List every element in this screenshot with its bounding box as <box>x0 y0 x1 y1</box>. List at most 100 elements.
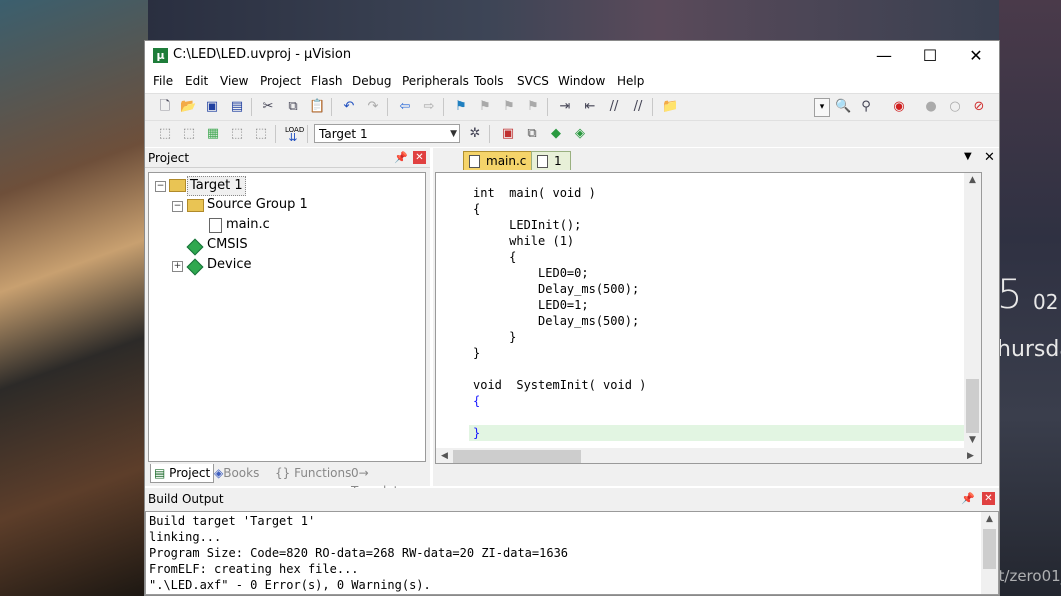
output-scroll-thumb[interactable] <box>983 529 996 569</box>
incremental-find-icon[interactable]: ⚲ <box>858 99 874 115</box>
close-button[interactable]: ✕ <box>953 41 999 71</box>
collapse-icon[interactable]: − <box>172 201 183 212</box>
code-editor[interactable]: int main( void ) { LEDInit(); while (1) … <box>435 172 982 464</box>
tab-books[interactable]: ◈Books <box>214 464 259 482</box>
clear-bookmarks-icon[interactable]: ⚑ <box>525 99 541 115</box>
code-line: Delay_ms(500); <box>473 314 640 328</box>
bookmark-icon[interactable]: ⚑ <box>453 99 469 115</box>
close-panel-icon[interactable]: ✕ <box>413 151 426 164</box>
menu-help[interactable]: Help <box>617 74 644 88</box>
editor-vertical-scrollbar[interactable]: ▲ ▼ <box>964 173 981 448</box>
device-component-icon <box>186 258 204 276</box>
tree-item-source-group[interactable]: Source Group 1 <box>207 196 308 214</box>
cut-icon[interactable]: ✂ <box>260 99 276 115</box>
uvision-window: µ C:\LED\LED.uvproj - µVision — ☐ ✕ File… <box>144 40 1000 596</box>
close-editor-icon[interactable]: ✕ <box>984 150 995 165</box>
menu-tools[interactable]: Tools <box>474 74 504 88</box>
tab-list-dropdown-icon[interactable]: ▼ <box>964 151 972 162</box>
tab-templates[interactable]: 0→ Templates <box>351 464 426 498</box>
tree-item-device[interactable]: Device <box>207 256 251 274</box>
window-title: C:\LED\LED.uvproj - µVision <box>173 47 352 62</box>
editor-tabs: main.c 1 ▼ ✕ <box>433 148 999 170</box>
target-options-icon[interactable]: ✲ <box>467 126 483 142</box>
tab-functions[interactable]: {} Functions <box>275 464 351 482</box>
scroll-up-icon[interactable]: ▲ <box>964 175 981 185</box>
disable-breakpoint-icon[interactable]: ○ <box>947 99 963 115</box>
save-all-icon[interactable]: ▤ <box>229 99 245 115</box>
menu-window[interactable]: Window <box>558 74 605 88</box>
find-icon[interactable]: 🔍 <box>835 99 851 115</box>
pack-installer-icon[interactable]: ◈ <box>572 126 588 142</box>
scroll-left-icon[interactable]: ◀ <box>436 451 453 461</box>
tab-project[interactable]: ▤ Project <box>150 464 215 483</box>
code-line: LED0=1; <box>473 298 589 312</box>
close-panel-icon[interactable]: ✕ <box>982 492 995 505</box>
scroll-up-icon[interactable]: ▲ <box>981 514 998 524</box>
menu-svcs[interactable]: SVCS <box>517 74 549 88</box>
expand-icon[interactable]: + <box>172 261 183 272</box>
uncomment-icon[interactable]: // <box>630 99 646 115</box>
maximize-button[interactable]: ☐ <box>907 41 953 71</box>
output-vertical-scrollbar[interactable]: ▲ <box>981 512 998 594</box>
navigate-forward-icon[interactable]: ⇨ <box>421 99 437 115</box>
collapse-icon[interactable]: − <box>155 181 166 192</box>
rebuild-icon[interactable]: ▦ <box>205 126 221 142</box>
comment-icon[interactable]: // <box>606 99 622 115</box>
indent-icon[interactable]: ⇥ <box>557 99 573 115</box>
next-bookmark-icon[interactable]: ⚑ <box>501 99 517 115</box>
minimize-button[interactable]: — <box>861 41 907 71</box>
code-line: void SystemInit( void ) <box>473 378 647 392</box>
tree-item-cmsis[interactable]: CMSIS <box>207 236 248 254</box>
translate-icon[interactable]: ⬚ <box>157 126 173 142</box>
target-select[interactable]: Target 1 ▼ <box>314 124 460 143</box>
build-output-text[interactable]: Build target 'Target 1' linking... Progr… <box>145 511 999 595</box>
redo-icon[interactable]: ↷ <box>365 99 381 115</box>
breakpoint-icon[interactable]: ● <box>923 99 939 115</box>
prev-bookmark-icon[interactable]: ⚑ <box>477 99 493 115</box>
copy-icon[interactable]: ⧉ <box>285 99 301 115</box>
desktop-wallpaper-top <box>148 0 999 40</box>
code-line-current: } <box>469 425 981 441</box>
horizontal-scroll-thumb[interactable] <box>453 450 581 463</box>
manage-rte-icon[interactable]: ◆ <box>548 126 564 142</box>
menu-flash[interactable]: Flash <box>311 74 342 88</box>
build-icon[interactable]: ⬚ <box>181 126 197 142</box>
download-load-icon[interactable]: LOAD ⇊ <box>285 126 304 143</box>
navigate-back-icon[interactable]: ⇦ <box>397 99 413 115</box>
stop-build-icon[interactable]: ⬚ <box>253 126 269 142</box>
find-dropdown[interactable]: ▾ <box>814 98 830 117</box>
menu-view[interactable]: View <box>220 74 248 88</box>
undo-icon[interactable]: ↶ <box>341 99 357 115</box>
tree-item-main-c[interactable]: main.c <box>226 216 270 234</box>
batch-build-icon[interactable]: ⬚ <box>229 126 245 142</box>
manage-project-items-icon[interactable]: ▣ <box>500 126 516 142</box>
find-in-files-icon[interactable]: 📁 <box>662 99 678 115</box>
file-icon <box>537 155 548 168</box>
pin-icon[interactable]: 📌 <box>961 488 975 510</box>
unindent-icon[interactable]: ⇤ <box>582 99 598 115</box>
paste-icon[interactable]: 📋 <box>309 99 325 115</box>
scroll-down-icon[interactable]: ▼ <box>964 435 981 445</box>
menu-edit[interactable]: Edit <box>185 74 208 88</box>
save-icon[interactable]: ▣ <box>204 99 220 115</box>
tree-item-target[interactable]: Target 1 <box>187 176 246 196</box>
vertical-scroll-thumb[interactable] <box>966 379 979 433</box>
kill-breakpoints-icon[interactable]: ⊘ <box>971 99 987 115</box>
menu-project[interactable]: Project <box>260 74 301 88</box>
scroll-right-icon[interactable]: ▶ <box>962 451 979 461</box>
desktop-clock: 5 <box>997 272 1023 318</box>
menu-file[interactable]: File <box>153 74 173 88</box>
new-file-icon[interactable]: 🗋 <box>157 99 173 115</box>
debug-session-icon[interactable]: ◉ <box>891 99 907 115</box>
menu-debug[interactable]: Debug <box>352 74 391 88</box>
code-line: } <box>473 330 517 344</box>
pin-icon[interactable]: 📌 <box>394 148 408 168</box>
tab-main-c[interactable]: main.c <box>463 151 536 170</box>
project-panel-tabs: ▤ Project ◈Books {} Functions 0→ Templat… <box>148 462 426 498</box>
select-packs-icon[interactable]: ⧉ <box>524 126 540 142</box>
tab-1[interactable]: 1 <box>531 151 571 170</box>
target-select-value: Target 1 <box>319 127 368 141</box>
menu-peripherals[interactable]: Peripherals <box>402 74 469 88</box>
open-folder-icon[interactable]: 📂 <box>180 99 196 115</box>
editor-horizontal-scrollbar[interactable]: ◀ ▶ <box>436 448 981 463</box>
